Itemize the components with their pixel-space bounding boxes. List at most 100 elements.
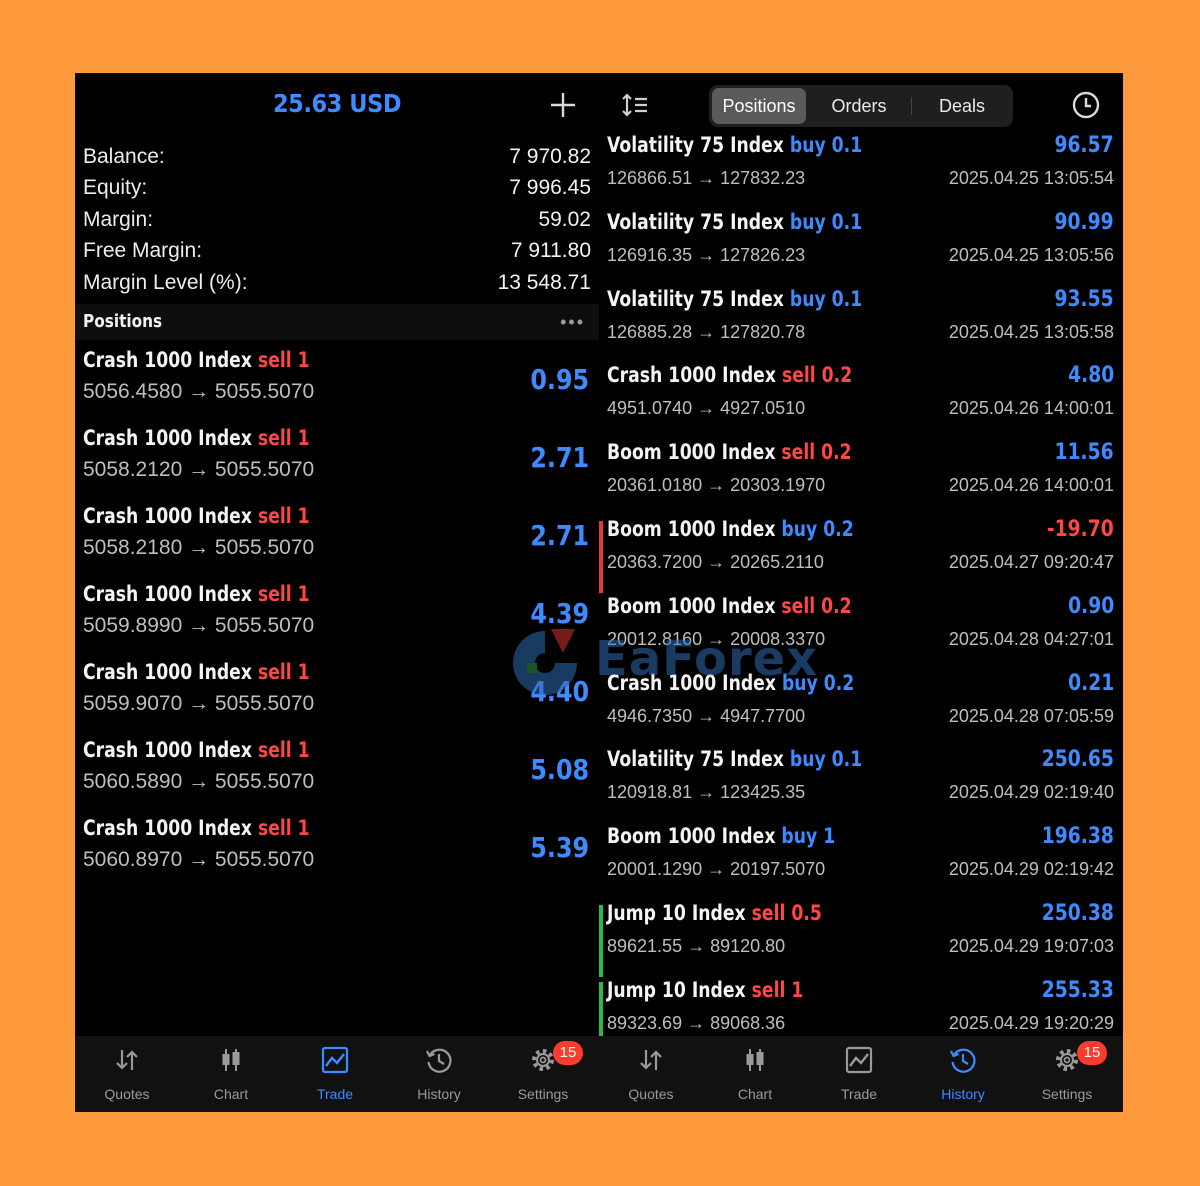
nav-quotes[interactable]: Quotes <box>599 1036 703 1112</box>
deal-symbol: Volatility 75 Index <box>607 747 784 772</box>
summary-row-free-margin: Free Margin: 7 911.80 <box>83 236 591 268</box>
quotes-icon <box>116 1050 138 1070</box>
position-symbol: Crash 1000 Index <box>83 426 252 450</box>
deal-row[interactable]: Volatility 75 Index buy 0.1 250.65 120918.… <box>599 747 1123 824</box>
deal-volume: 0.2 <box>821 363 853 388</box>
nav-chart[interactable]: Chart <box>179 1036 283 1112</box>
deal-row[interactable]: Volatility 75 Index buy 0.1 93.55 126885.2… <box>599 287 1123 364</box>
deal-profit: 255.33 <box>1041 977 1114 1003</box>
position-row[interactable]: Crash 1000 Index sell 1 5058.2180 → 5055… <box>75 499 599 577</box>
summary-label: Margin: <box>83 207 154 231</box>
deal-symbol: Crash 1000 Index <box>607 363 776 388</box>
nav-trade[interactable]: Trade <box>807 1036 911 1112</box>
deal-time: 2025.04.28 04:27:01 <box>948 628 1114 649</box>
nav-label: Chart <box>213 1086 249 1102</box>
deal-time: 2025.04.26 14:00:01 <box>948 475 1114 496</box>
position-symbol: Crash 1000 Index <box>83 738 252 762</box>
summary-label: Margin Level (%): <box>83 270 248 294</box>
more-dots-icon[interactable]: ••• <box>560 312 585 333</box>
position-prices: 5060.5890 → 5055.5070 <box>83 770 315 793</box>
deal-side: sell <box>781 593 816 618</box>
position-side: sell <box>257 816 292 840</box>
quotes-icon <box>640 1050 662 1070</box>
position-row[interactable]: Crash 1000 Index sell 1 5060.8970 → 5055… <box>75 811 599 889</box>
position-volume: 1 <box>297 426 310 450</box>
deal-volume: 0.1 <box>831 209 863 234</box>
deal-prices: 20363.7200 → 20265.2110 <box>607 551 824 572</box>
history-screen: Positions Orders Deals Volatility 75 Ind… <box>599 73 1123 1112</box>
chart-icon <box>222 1049 240 1071</box>
position-side: sell <box>257 504 292 528</box>
deal-side: sell <box>751 900 786 925</box>
plus-icon[interactable] <box>549 91 577 119</box>
deal-time: 2025.04.25 13:05:56 <box>948 244 1114 265</box>
watermark-logo-icon <box>513 629 577 695</box>
bottom-nav: Quotes Chart Trade History 15 Settings <box>75 1036 599 1112</box>
bottom-nav: Quotes Chart Trade History 15 Settings <box>599 1036 1123 1112</box>
deal-symbol: Boom 1000 Index <box>607 516 776 541</box>
sort-icon[interactable] <box>621 93 649 117</box>
deal-prices: 126885.28 → 127820.78 <box>607 321 806 342</box>
deal-volume: 0.2 <box>821 593 852 618</box>
nav-settings[interactable]: 15 Settings <box>491 1036 595 1112</box>
summary-value: 7 911.80 <box>510 239 591 263</box>
deal-time: 2025.04.25 13:05:54 <box>948 168 1114 188</box>
nav-history[interactable]: History <box>387 1036 491 1112</box>
tab-deals[interactable]: Deals <box>913 88 1011 124</box>
position-row[interactable]: Crash 1000 Index sell 1 5058.2120 → 5055… <box>75 421 599 499</box>
position-symbol: Crash 1000 Index <box>83 816 252 840</box>
position-volume: 1 <box>297 582 310 606</box>
deal-row[interactable]: Volatility 75 Index buy 0.1 96.57 126866.5… <box>599 133 1123 210</box>
deal-row[interactable]: Volatility 75 Index buy 0.1 90.99 126916.3… <box>599 210 1123 287</box>
position-prices: 5058.2120 → 5055.5070 <box>83 458 315 481</box>
deal-row[interactable]: Boom 1000 Index buy 1 196.38 20001.1290 → … <box>599 824 1123 901</box>
tab-orders[interactable]: Orders <box>809 88 909 124</box>
deal-side: sell <box>751 977 786 1002</box>
deal-prices: 20361.0180 → 20303.1970 <box>607 475 826 496</box>
deal-side: sell <box>781 363 816 388</box>
deal-row[interactable]: Crash 1000 Index sell 0.2 4.80 4951.0740 →… <box>599 363 1123 440</box>
nav-chart[interactable]: Chart <box>703 1036 807 1112</box>
position-row[interactable]: Crash 1000 Index sell 1 5060.5890 → 5055… <box>75 733 599 811</box>
deal-row[interactable]: Boom 1000 Index buy 0.2 -19.70 20363.7200 … <box>599 517 1123 594</box>
summary-row-equity: Equity: 7 996.45 <box>83 173 591 205</box>
position-symbol: Crash 1000 Index <box>83 504 252 528</box>
tab-positions[interactable]: Positions <box>712 88 806 124</box>
deal-profit: 0.90 <box>1067 593 1114 619</box>
summary-row-margin: Margin: 59.02 <box>83 204 591 236</box>
position-row[interactable]: Crash 1000 Index sell 1 5056.4580 → 5055… <box>75 343 599 421</box>
deal-time: 2025.04.26 14:00:01 <box>948 398 1114 419</box>
deal-prices: 126916.35 → 127826.23 <box>607 244 806 265</box>
deal-volume: 0.5 <box>791 900 822 925</box>
deal-volume: 0.2 <box>823 516 854 541</box>
nav-quotes[interactable]: Quotes <box>75 1036 179 1112</box>
tab-separator <box>911 97 912 115</box>
deal-volume: 0.2 <box>821 440 852 465</box>
nav-label: Settings <box>1041 1086 1093 1102</box>
deal-volume: 0.1 <box>831 286 863 311</box>
nav-label: History <box>941 1086 985 1102</box>
position-symbol: Crash 1000 Index <box>83 582 252 606</box>
deal-prices: 126866.51 → 127832.23 <box>607 168 806 188</box>
deal-row[interactable]: Boom 1000 Index sell 0.2 11.56 20361.0180 … <box>599 440 1123 517</box>
balance-title[interactable]: 25.63 USD <box>101 89 573 118</box>
deal-row[interactable]: Jump 10 Index sell 0.5 250.38 89621.55 → 8… <box>599 901 1123 978</box>
clock-icon[interactable] <box>1071 90 1101 120</box>
settings-badge: 15 <box>553 1041 583 1065</box>
positions-header: Positions ••• <box>75 304 599 340</box>
position-volume: 1 <box>297 738 310 762</box>
nav-label: Trade <box>316 1086 354 1102</box>
nav-history[interactable]: History <box>911 1036 1015 1112</box>
deal-profit: 196.38 <box>1041 824 1114 850</box>
deal-prices: 4946.7350 → 4947.7700 <box>607 705 806 726</box>
deal-volume: 0.1 <box>831 747 863 772</box>
position-prices: 5060.8970 → 5055.5070 <box>83 848 315 871</box>
nav-settings[interactable]: 15 Settings <box>1015 1036 1119 1112</box>
nav-trade[interactable]: Trade <box>283 1036 387 1112</box>
position-symbol: Crash 1000 Index <box>83 348 252 372</box>
position-profit: 2.71 <box>530 441 589 474</box>
watermark-text: EaForex <box>595 631 819 687</box>
deal-side: buy <box>789 209 826 234</box>
positions-title: Positions <box>83 311 163 332</box>
nav-label: Settings <box>517 1086 569 1102</box>
